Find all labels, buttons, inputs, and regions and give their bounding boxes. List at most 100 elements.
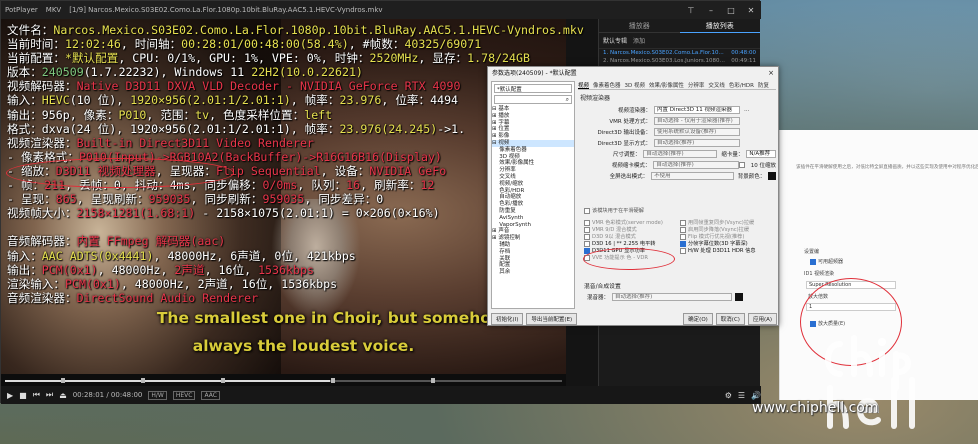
export-button[interactable]: 导出当前配置(E): [526, 313, 578, 325]
previous-icon[interactable]: ⏮: [33, 390, 40, 400]
checkbox-icon[interactable]: [584, 233, 590, 240]
next-icon[interactable]: ⏭: [46, 390, 53, 400]
chapter-marker[interactable]: [431, 378, 435, 383]
option-checkbox[interactable]: 用同帧重复同步(Vsync)拉缓: [680, 219, 776, 226]
chapter-marker[interactable]: [141, 378, 145, 383]
checkbox-icon[interactable]: [680, 226, 686, 233]
settings-icon[interactable]: ⚙: [725, 391, 732, 400]
checkbox-icon[interactable]: [584, 226, 590, 233]
osd-segment: 240509: [41, 65, 84, 80]
row-select[interactable]: 自动选择(推荐): [653, 160, 739, 169]
play-icon[interactable]: ▶: [7, 391, 13, 400]
time-display: 00:28:01 / 00:48:00: [72, 391, 143, 399]
option-checkbox[interactable]: 启用同步降落(Vsync)拉缓: [680, 226, 776, 233]
cancel-button[interactable]: 取消(C): [715, 313, 745, 325]
checkbox-icon[interactable]: [680, 247, 686, 254]
mixer-row: 混音器： 自动选择(推荐): [584, 291, 743, 302]
row-small-select[interactable]: N/A推荐: [746, 149, 777, 158]
tree-node[interactable]: 其余: [492, 269, 574, 276]
tree-node[interactable]: 视频/缩放: [492, 181, 574, 188]
settings-tab[interactable]: 分辨率: [688, 81, 705, 89]
open-icon[interactable]: ⏏: [59, 391, 67, 400]
mixer-color[interactable]: [735, 292, 743, 301]
checkbox-icon[interactable]: [738, 161, 745, 168]
tree-node[interactable]: 存档: [492, 249, 574, 256]
app-name[interactable]: PotPlayer: [5, 6, 38, 14]
row-label: Direct3D 显示方式：: [597, 140, 651, 147]
row-select[interactable]: 自动选择(推荐): [654, 138, 740, 147]
tree-node[interactable]: ⊟ 基本: [492, 106, 574, 113]
checkbox-icon[interactable]: [680, 240, 686, 247]
osd-segment: , 位率：4494: [381, 93, 459, 108]
settings-tab[interactable]: 像素着色器: [593, 81, 621, 89]
tree-node[interactable]: 色彩/播放: [492, 201, 574, 208]
pin-icon[interactable]: ⊤: [681, 6, 701, 15]
tab-player[interactable]: 播放器: [599, 19, 680, 33]
volume-icon[interactable]: 🔊: [751, 391, 761, 400]
settings-tab[interactable]: 效果/影像属性: [649, 81, 684, 89]
row-extra[interactable]: 10 位缩放: [751, 161, 776, 169]
album-add[interactable]: 添加: [633, 36, 645, 45]
settings-tab[interactable]: 防复: [758, 81, 769, 89]
playlist-item[interactable]: 2. Narcos.Mexico.S03E03.Los.Juniors.1080…: [599, 57, 760, 65]
apply-button[interactable]: 应用(A): [747, 313, 777, 325]
chapter-marker[interactable]: [331, 378, 335, 383]
album-default[interactable]: 默认专辑: [603, 36, 627, 45]
stop-icon[interactable]: ■: [19, 391, 27, 400]
row-select[interactable]: 自动选择(推荐): [643, 149, 718, 158]
checkbox-label: 用同帧重复同步(Vsync)拉缓: [688, 220, 755, 226]
background-color-swatch[interactable]: [768, 171, 776, 180]
checkbox-icon[interactable]: [680, 219, 686, 226]
checkbox-row: D3D 16 | ** 2.255 电平转 分帧字幕位数(3D 字幕深): [584, 240, 776, 247]
row-extra[interactable]: …: [744, 107, 750, 113]
tree-node[interactable]: 像素着色器: [492, 147, 574, 154]
init-button[interactable]: 初始化(I): [491, 313, 524, 325]
checkbox-icon[interactable]: [680, 233, 686, 240]
ok-button[interactable]: 确定(O): [683, 313, 713, 325]
tree-node[interactable]: 辅助: [492, 242, 574, 249]
tree-node[interactable]: ⊞ 影像: [492, 133, 574, 140]
settings-tab[interactable]: 交叉线: [708, 81, 725, 89]
tree-node[interactable]: 分辨率: [492, 167, 574, 174]
settings-tab[interactable]: 色彩/HDR: [729, 81, 754, 89]
option-checkbox[interactable]: [680, 254, 776, 261]
playlist-icon[interactable]: ☰: [738, 391, 745, 400]
tree-node[interactable]: ⊟ 视频: [492, 139, 574, 147]
row-select[interactable]: 使用系统默认设备(推荐): [654, 127, 740, 136]
checkbox-icon[interactable]: [584, 207, 590, 214]
option-checkbox[interactable]: Flip 模式行优先视(推荐): [680, 233, 776, 240]
close-icon[interactable]: ×: [764, 69, 778, 77]
option-checkbox[interactable]: VMR 色彩模式(server mode): [584, 219, 680, 226]
option-checkbox[interactable]: VMR 9/D 混合模式: [584, 226, 680, 233]
settings-tab[interactable]: 3D 视频: [625, 81, 645, 89]
row-select[interactable]: 自动选择 - 仅用于渲染器(推荐): [654, 116, 740, 125]
profile-select[interactable]: *默认配置: [494, 84, 572, 93]
maximize-icon[interactable]: □: [721, 6, 741, 15]
checkbox-icon[interactable]: [584, 219, 590, 226]
playlist-subtabs: 默认专辑 添加: [599, 33, 760, 49]
option-checkbox[interactable]: D3D 9以 混合模式: [584, 233, 680, 240]
tree-node[interactable]: AviSynth: [492, 215, 574, 222]
chapter-marker[interactable]: [221, 378, 225, 383]
tree-node[interactable]: ⊞ 播放: [492, 113, 574, 120]
tree-node[interactable]: 防重复: [492, 208, 574, 215]
option-checkbox[interactable]: H/W 处理 D3D11 HDR 信息: [680, 247, 776, 254]
row-select[interactable]: 不使用: [651, 171, 734, 180]
option-checkbox[interactable]: D3D 16 | ** 2.255 电平转: [584, 240, 680, 247]
chapter-marker[interactable]: [61, 378, 65, 383]
option-checkbox[interactable]: 分帧字幕位数(3D 字幕深): [680, 240, 776, 247]
search-icon[interactable]: ⌕: [494, 95, 572, 104]
playlist-item[interactable]: 1. Narcos.Mexico.S03E02.Como.La.Flor.10.…: [599, 49, 760, 57]
settings-tab[interactable]: 视频: [578, 81, 590, 89]
row-select[interactable]: 内置 Direct3D 11 视频渲染器: [654, 105, 740, 114]
mixer-select[interactable]: 自动选择(推荐): [612, 292, 732, 301]
checkbox-icon[interactable]: [584, 240, 590, 247]
tree-node[interactable]: 交叉线: [492, 174, 574, 181]
seek-bar[interactable]: [1, 374, 566, 386]
web-option[interactable]: 可用超频器: [810, 258, 843, 265]
minimize-icon[interactable]: –: [701, 6, 721, 15]
checkbox-icon[interactable]: [810, 258, 816, 265]
tab-playlist[interactable]: 播放列表: [679, 19, 760, 33]
close-icon[interactable]: ✕: [741, 6, 761, 15]
tree-node[interactable]: ⊞ 滤镜控制: [492, 235, 574, 242]
